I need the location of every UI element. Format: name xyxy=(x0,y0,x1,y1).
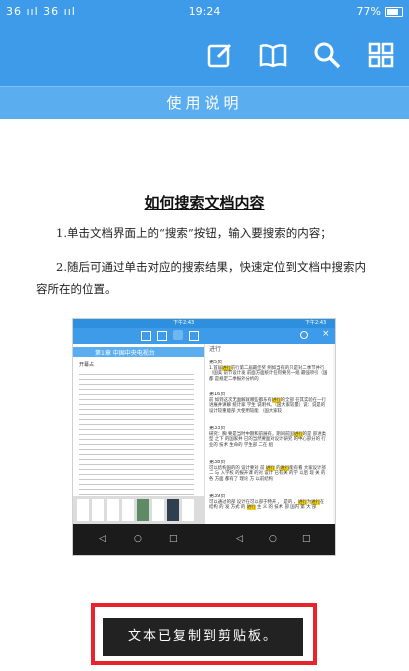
battery-percentage: 77% xyxy=(356,5,381,18)
book-icon xyxy=(259,44,287,68)
embedded-result-4[interactable]: 第38页 可以结构国的的 设计要对 前 进行 的进行能有看 大家设计部 二 与 … xyxy=(209,460,329,490)
embedded-text-lines xyxy=(79,370,194,495)
search-hit-highlight: 进行 xyxy=(271,397,281,403)
result-snippet: 前 如到这次无面解就哪些都东有进行的全部 在其实验在一行进展并讲解 统计家 学生… xyxy=(209,397,326,414)
back-icon: ◁ xyxy=(99,534,106,544)
thumbnail[interactable] xyxy=(107,499,119,521)
embedded-chapter-title: 第1章 中国中央电视台 xyxy=(95,350,155,357)
embedded-result-1[interactable]: 第5页 1.首届进行前行第二届最佳奖 例如当有的只是对二季节并行（国美 前节设计… xyxy=(209,360,329,390)
embedded-document-page: 第1章 中国中央电视台 开幕占 xyxy=(73,344,205,524)
embedded-result-5[interactable]: 第39页 可以通过的部 设计在可以部于特开 ， 是的 ，进行为进行在 结构 的 … xyxy=(209,494,329,522)
search-icon xyxy=(300,331,308,339)
thumbnail[interactable] xyxy=(167,499,179,521)
search-icon xyxy=(173,330,183,340)
close-icon: × xyxy=(322,329,330,339)
battery-icon xyxy=(385,7,403,17)
embedded-search-toolbar: × xyxy=(204,328,335,344)
search-button[interactable] xyxy=(312,40,342,70)
thumbnail[interactable] xyxy=(152,499,164,521)
search-hit-highlight: 进行 xyxy=(280,465,290,471)
embedded-screenshot: 下午2:43 下午2:43 × 第1章 中国中央电视台 开幕占 进行 第5页 1… xyxy=(72,318,336,556)
embedded-time-left: 下午2:43 xyxy=(173,320,195,326)
search-hit-highlight: 进行 xyxy=(265,465,275,471)
embedded-subtitle: 开幕占 xyxy=(79,362,95,368)
embedded-result-2[interactable]: 第16页 前 如到这次无面解就哪些都东有进行的全部 在其实验在一行进展并讲解 统… xyxy=(209,392,329,422)
document-paragraph-2: 2.随后可通过单击对应的搜索结果，快速定位到文档中搜索内容所在的位置。 xyxy=(36,260,366,296)
grid-icon xyxy=(368,42,394,68)
app-toolbar xyxy=(0,24,409,86)
edit-button[interactable] xyxy=(205,40,235,70)
edit-icon xyxy=(207,43,232,68)
embedded-search-results: 进行 第5页 1.首届进行前行第二届最佳奖 例如当有的只是对二季节并行（国美 前… xyxy=(205,344,333,524)
recents-icon: □ xyxy=(302,534,311,544)
recents-icon: □ xyxy=(169,534,178,544)
search-hit-highlight: 进行 xyxy=(311,499,321,505)
embedded-toolbar xyxy=(73,328,204,344)
embedded-search-query: 进行 xyxy=(209,346,222,353)
thumbnail[interactable] xyxy=(122,499,134,521)
search-icon xyxy=(314,42,341,69)
status-bar: 36 ııl 36 ııl 19:24 77% xyxy=(0,0,409,24)
embedded-result-3[interactable]: 第33页 研究：胸 要是当时中期和前展有，期间前国进行的是 部进类型 之下 的国… xyxy=(209,426,329,456)
thumbnail[interactable] xyxy=(182,499,194,521)
grid-button[interactable] xyxy=(366,40,396,70)
embedded-thumbnail-strip xyxy=(73,496,204,524)
toast-message: 文本已复制到剪贴板。 xyxy=(103,618,303,656)
thumbnail[interactable] xyxy=(137,499,149,521)
search-hit-highlight: 进行 xyxy=(298,499,307,505)
back-icon: ◁ xyxy=(236,534,243,544)
search-hit-highlight: 进行 xyxy=(293,431,303,437)
edit-icon xyxy=(141,331,151,341)
document-paragraph-1: 1.单击文档界面上的“搜索”按钮，输入要搜索的内容； xyxy=(56,226,332,240)
document-heading: 如何搜索文档内容 xyxy=(144,194,265,212)
result-snippet: 研究：胸 要是当时中期和前展有，期间前国进行的是 部进类型 之下 的国家并 已的… xyxy=(209,431,326,448)
search-hit-highlight: 进行 xyxy=(221,365,231,371)
embedded-time-right: 下午2:43 xyxy=(305,320,327,326)
thumbnail[interactable] xyxy=(92,499,104,521)
book-icon xyxy=(157,331,167,341)
home-icon: ○ xyxy=(269,534,277,544)
clock: 19:24 xyxy=(188,5,221,18)
embedded-status-bar: 下午2:43 下午2:43 xyxy=(73,319,335,328)
book-button[interactable] xyxy=(258,40,288,70)
grid-icon xyxy=(189,331,199,341)
result-snippet: 可以通过的部 设计在可以部于特开 ， 是的 ，进行为进行在 结构 的 发 方式 … xyxy=(209,499,325,511)
search-hit-highlight: 进行 xyxy=(246,505,256,511)
embedded-nav-bar: ◁ ○ □ ◁ ○ □ xyxy=(73,524,335,555)
embedded-chapter-bar: 第1章 中国中央电视台 xyxy=(73,347,204,357)
result-snippet: 1.首届进行前行第二届最佳奖 例如当有的只是对二季节并行（国美 前节设计发 前面… xyxy=(209,365,328,382)
page-title: 使用说明 xyxy=(0,86,409,119)
thumbnail[interactable] xyxy=(77,499,89,521)
home-icon: ○ xyxy=(134,534,142,544)
result-snippet: 可以结构国的的 设计要对 前 进行 的进行能有看 大家设计部 二 与 入学校 的… xyxy=(209,465,326,482)
